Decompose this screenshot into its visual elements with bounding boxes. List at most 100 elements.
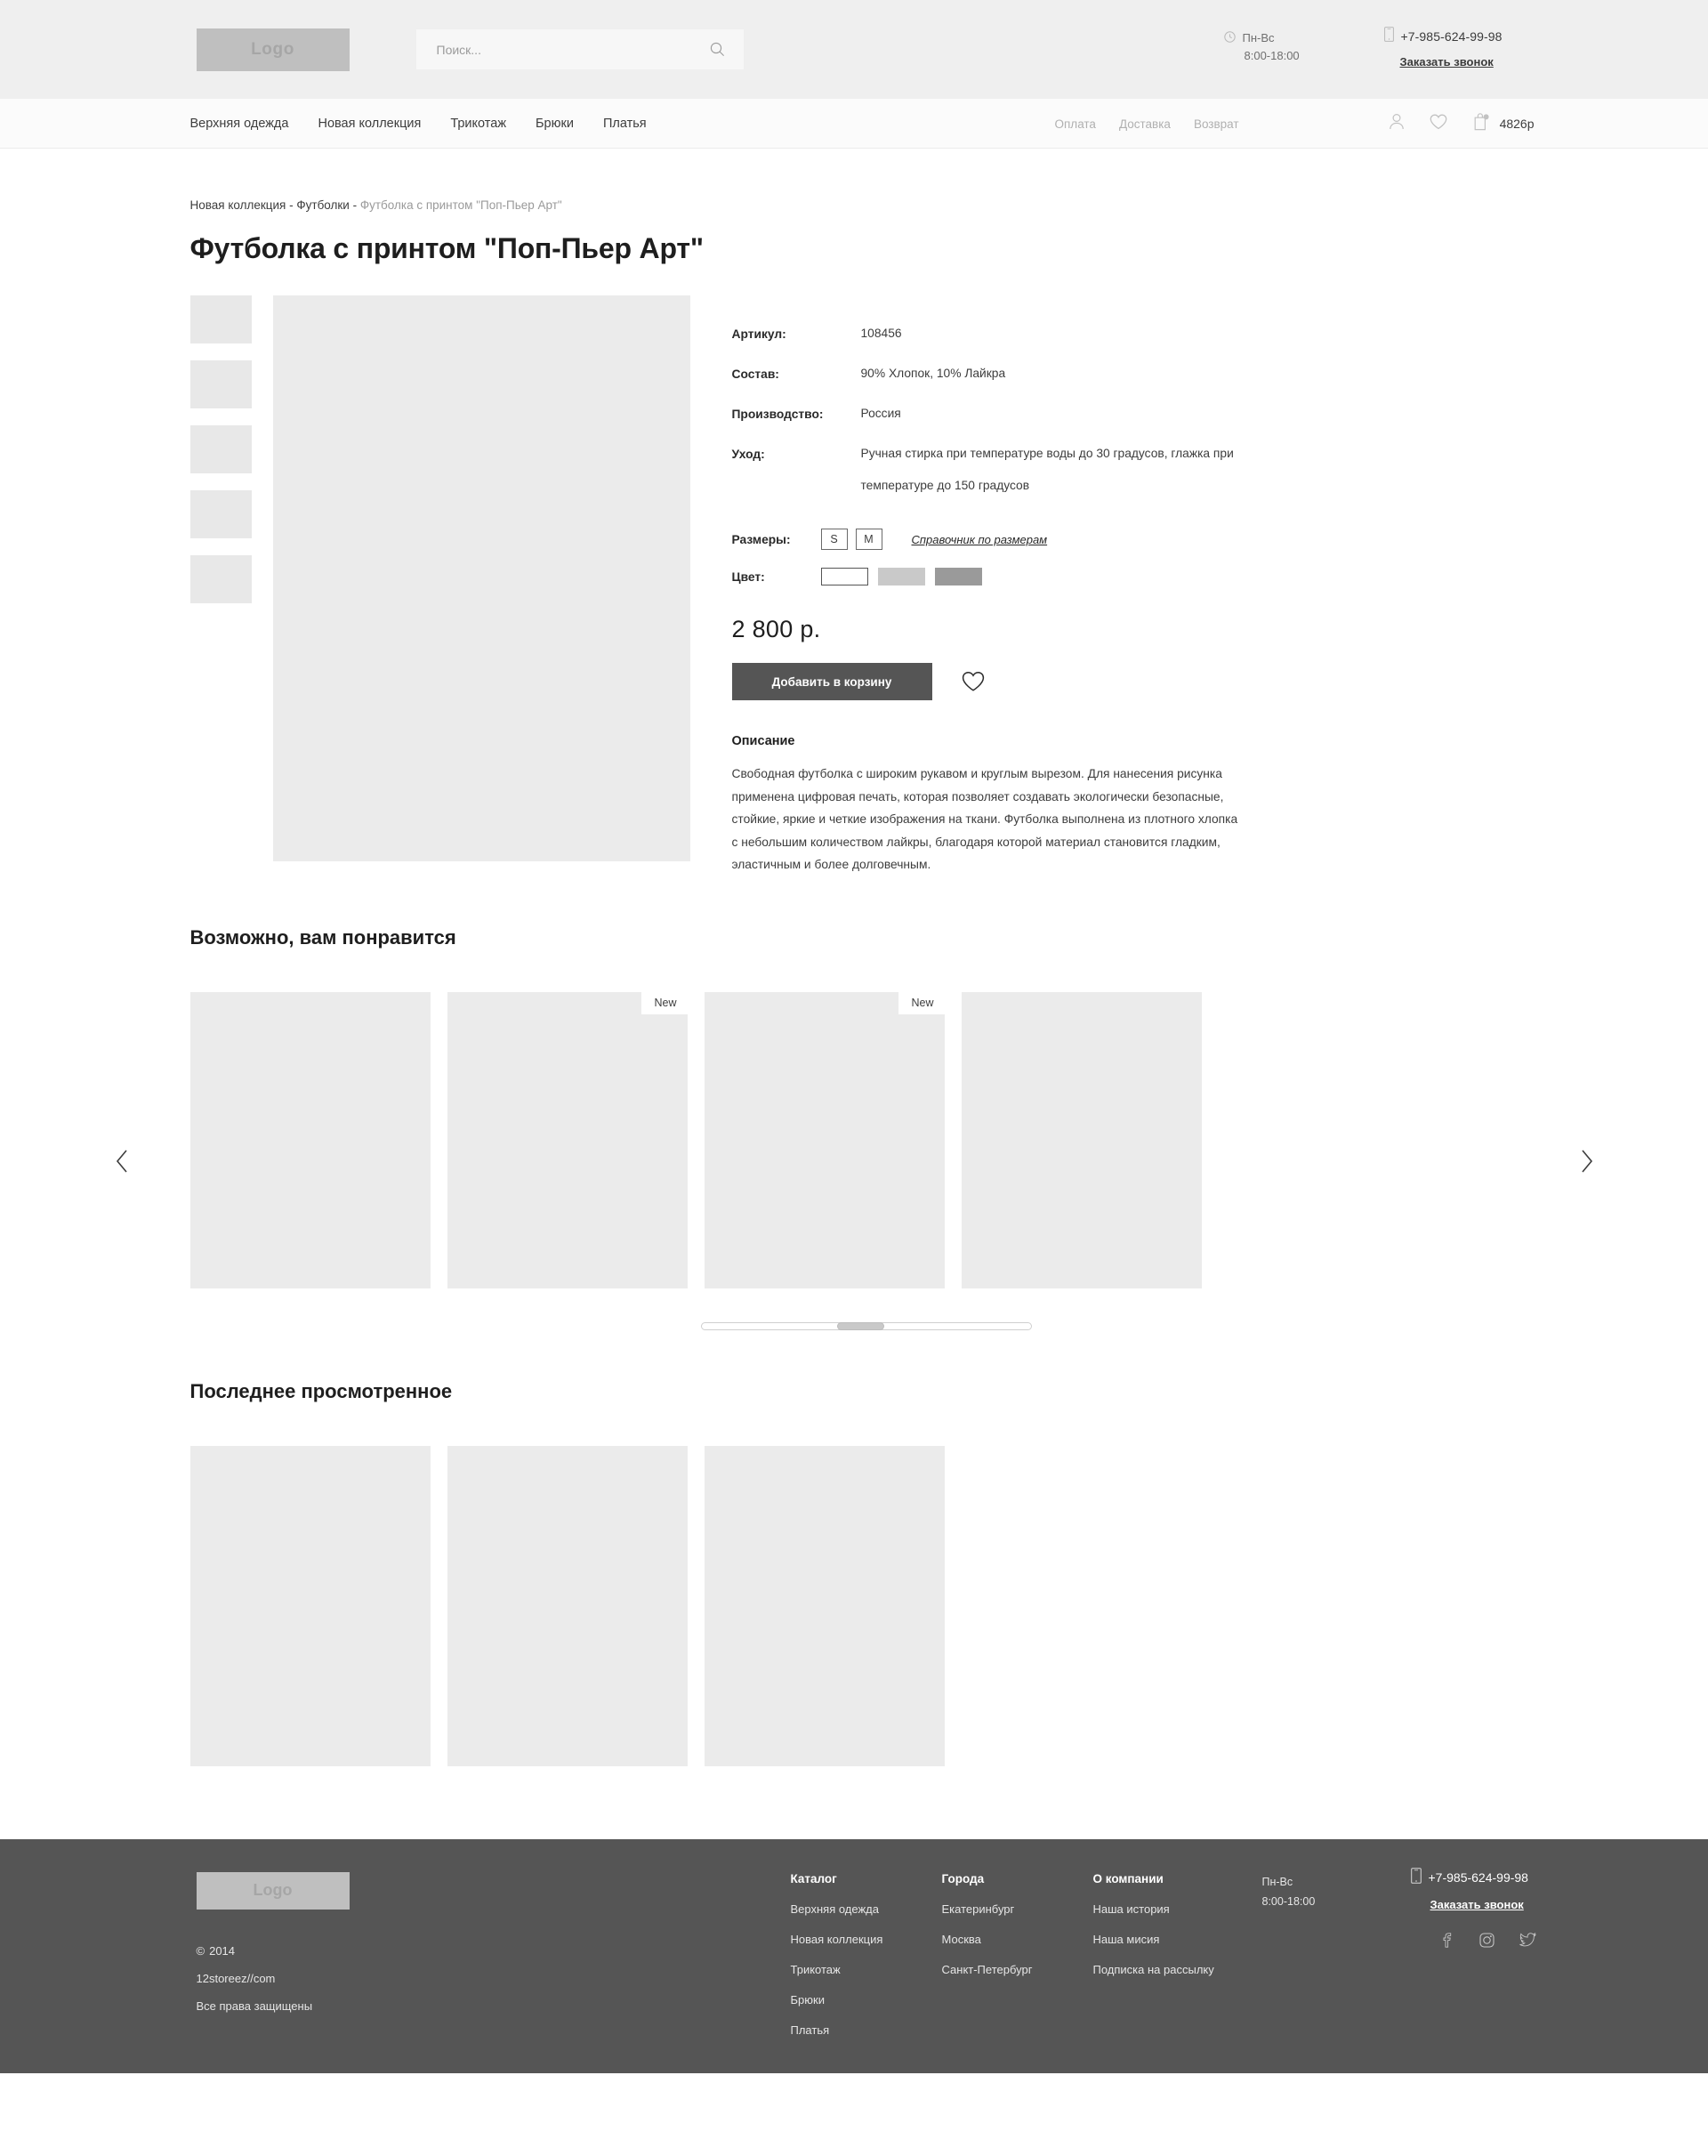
footer-link-spb[interactable]: Санкт-Петербург — [942, 1963, 1033, 1976]
nav-item-new-collection[interactable]: Новая коллекция — [318, 117, 421, 131]
spec-value: 90% Хлопок, 10% Лайкра — [860, 367, 1006, 380]
size-option-m[interactable]: M — [855, 529, 882, 550]
nav-item-knitwear[interactable]: Трикотаж — [450, 117, 506, 131]
phone-icon — [1383, 27, 1394, 46]
user-icon[interactable] — [1389, 113, 1405, 134]
footer-phone[interactable]: +7-985-624-99-98 — [1429, 1870, 1528, 1885]
product-card[interactable] — [189, 991, 431, 1288]
cart-icon[interactable] — [1472, 112, 1491, 135]
nav-item-outerwear[interactable]: Верхняя одежда — [190, 117, 289, 131]
chevron-left-icon[interactable] — [110, 1145, 133, 1177]
color-swatch-dark-gray[interactable] — [934, 568, 982, 585]
copyright-year: 2014 — [209, 1943, 236, 1958]
footer-logo[interactable]: Logo — [196, 1871, 350, 1910]
nav-item-dresses[interactable]: Платья — [603, 117, 647, 131]
thumbnail-5[interactable] — [189, 555, 252, 603]
recent-product-card[interactable] — [704, 1445, 945, 1766]
footer-social-links — [1439, 1932, 1536, 1952]
footer-link-moscow[interactable]: Москва — [942, 1933, 1033, 1946]
recommendations-title: Возможно, вам понравится — [189, 925, 456, 949]
footer-about-title: О компании — [1092, 1871, 1164, 1885]
hours-time: 8:00-18:00 — [1244, 49, 1300, 62]
footer-link-subscribe[interactable]: Подписка на рассылку — [1093, 1963, 1214, 1976]
footer-logo-text: Logo — [253, 1881, 293, 1899]
breadcrumb: Новая коллекция - Футболки - Футболка с … — [165, 149, 1543, 212]
footer-link-history[interactable]: Наша история — [1093, 1902, 1214, 1916]
nav-item-trousers[interactable]: Брюки — [536, 117, 574, 131]
product-card[interactable] — [961, 991, 1202, 1288]
search-icon[interactable] — [703, 42, 733, 57]
spec-label: Артикул: — [731, 327, 786, 341]
footer-link-dresses[interactable]: Платья — [791, 2023, 883, 2037]
logo[interactable]: Logo — [196, 28, 350, 71]
nav-item-delivery[interactable]: Доставка — [1119, 117, 1171, 131]
footer-column-cities: Города Екатеринбург Москва Санкт-Петербу… — [942, 1872, 1033, 1993]
recent-title: Последнее просмотренное — [189, 1379, 453, 1402]
search-input[interactable] — [415, 29, 703, 69]
header-phone[interactable]: +7-985-624-99-98 — [1401, 29, 1503, 44]
heart-icon[interactable] — [1430, 114, 1447, 134]
nav-bar: Верхняя одежда Новая коллекция Трикотаж … — [0, 99, 1708, 149]
breadcrumb-item-1[interactable]: Новая коллекция — [190, 198, 286, 212]
footer-column-catalog: Каталог Верхняя одежда Новая коллекция Т… — [791, 1872, 883, 2054]
footer-link-new-collection[interactable]: Новая коллекция — [791, 1933, 883, 1946]
add-to-cart-button[interactable]: Добавить в корзину — [731, 663, 932, 700]
color-label: Цвет: — [731, 569, 765, 584]
spec-row-care: Уход: Ручная стирка при температуре воды… — [731, 447, 1248, 502]
footer-link-knitwear[interactable]: Трикотаж — [791, 1963, 883, 1976]
footer-link-trousers[interactable]: Брюки — [791, 1993, 883, 2007]
spec-label: Производство: — [731, 408, 824, 421]
footer-link-mission[interactable]: Наша мисия — [1093, 1933, 1214, 1946]
carousel-scrollbar[interactable] — [701, 1321, 1032, 1330]
footer-callback-link[interactable]: Заказать звонок — [1430, 1898, 1536, 1911]
thumbnail-1[interactable] — [189, 295, 252, 343]
spec-label: Состав: — [731, 367, 779, 381]
product-card[interactable]: New — [704, 991, 945, 1288]
page-title: Футболка с принтом "Поп-Пьер Арт" — [189, 232, 705, 264]
footer-hours: Пн-Вс 8:00-18:00 — [1262, 1872, 1316, 1911]
heart-icon[interactable] — [962, 671, 985, 692]
recent-section: Последнее просмотренное — [165, 1380, 1543, 1766]
carousel-scrollbar-thumb[interactable] — [837, 1321, 884, 1330]
recent-product-card[interactable] — [189, 1445, 431, 1766]
breadcrumb-current: Футболка с принтом "Поп-Пьер Арт" — [359, 198, 562, 212]
product-card[interactable]: New — [447, 991, 688, 1288]
footer-site: 12storeez//com — [196, 1971, 276, 1985]
size-guide-link[interactable]: Справочник по размерам — [912, 533, 1048, 546]
nav-item-returns[interactable]: Возврат — [1194, 117, 1239, 131]
search-box[interactable] — [415, 29, 744, 69]
chevron-right-icon[interactable] — [1575, 1145, 1599, 1177]
phone-icon — [1410, 1867, 1422, 1888]
main-content: Новая коллекция - Футболки - Футболка с … — [116, 149, 1592, 1766]
cart-button[interactable]: 4826р — [1472, 112, 1535, 135]
callback-link[interactable]: Заказать звонок — [1400, 55, 1503, 69]
color-swatch-white[interactable] — [820, 568, 868, 585]
logo-text: Logo — [251, 40, 294, 59]
thumbnail-3[interactable] — [189, 425, 252, 473]
color-swatch-light-gray[interactable] — [877, 568, 925, 585]
product-main-image[interactable] — [272, 295, 690, 861]
breadcrumb-item-2[interactable]: Футболки — [296, 198, 349, 212]
breadcrumb-sep-1: - — [286, 198, 297, 212]
thumbnail-4[interactable] — [189, 490, 252, 538]
footer-hours-time: 8:00-18:00 — [1261, 1894, 1316, 1908]
nav-icon-group: 4826р — [1389, 112, 1535, 135]
instagram-icon[interactable] — [1478, 1932, 1494, 1952]
footer-copyright: © 2014 12storeez//com Все права защищены — [197, 1937, 313, 2020]
recent-product-card[interactable] — [447, 1445, 688, 1766]
header-contact: +7-985-624-99-98 Заказать звонок — [1383, 27, 1503, 69]
footer-link-outerwear[interactable]: Верхняя одежда — [791, 1902, 883, 1916]
footer-contact: +7-985-624-99-98 Заказать звонок — [1410, 1867, 1536, 1952]
footer: Logo © 2014 12storeez//com Все права защ… — [0, 1838, 1708, 2073]
buy-row: Добавить в корзину — [731, 663, 1248, 700]
twitter-icon[interactable] — [1519, 1932, 1536, 1952]
footer-link-ekaterinburg[interactable]: Екатеринбург — [942, 1902, 1033, 1916]
spec-label: Уход: — [731, 448, 765, 461]
clock-icon — [1223, 31, 1236, 47]
facebook-icon[interactable] — [1439, 1932, 1454, 1952]
hours-days: Пн-Вс — [1242, 31, 1275, 44]
size-option-s[interactable]: S — [820, 529, 848, 550]
thumbnail-2[interactable] — [189, 360, 252, 408]
nav-main-links: Верхняя одежда Новая коллекция Трикотаж … — [190, 117, 647, 131]
nav-item-payment[interactable]: Оплата — [1055, 117, 1096, 131]
